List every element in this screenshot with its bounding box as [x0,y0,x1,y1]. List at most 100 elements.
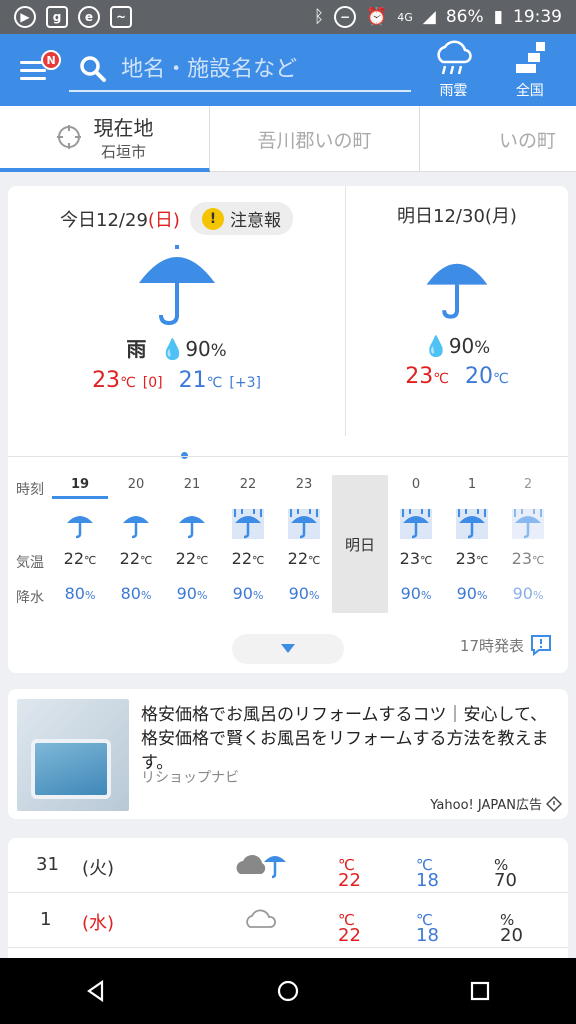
signal-icon: ◢ [422,7,436,27]
hour-temp: 23℃ [511,549,545,568]
tab-current-city: 石垣市 [100,143,146,161]
system-nav-bar [0,958,576,1024]
home-icon[interactable] [276,979,300,1003]
today-low: 21℃ [+3] [178,368,261,393]
hour-rain: 90% [288,584,320,603]
feedback-icon[interactable] [530,634,552,656]
menu-button[interactable]: N [20,50,62,90]
announce-time: 17時発表 [460,634,552,656]
japan-map-icon [515,42,545,73]
rain-cloud-icon [437,40,473,75]
hour-label: 19 [52,477,108,499]
row-label-time: 時刻 [16,482,44,498]
tomorrow-low: 20℃ [465,364,509,389]
tab-current-location[interactable]: 現在地 石垣市 [0,106,210,172]
weekly-forecast: 31 (火) 22 ℃ 18 ℃ 70% 1 (水) 22 ℃ 18 ℃ 20% [8,838,568,958]
rain-cloud-button[interactable]: 雨雲 [419,40,487,100]
tomorrow-date: 明日12/30(月) [397,206,517,227]
hour-temp: 23℃ [399,549,433,568]
app-bar: N 雨雲 全国 [0,34,576,106]
hour-label: 2 [523,477,533,492]
hour-temp: 22℃ [175,549,209,568]
ad-info-icon[interactable] [546,795,562,812]
clock: 19:39 [513,7,562,27]
network-label: 4G [397,10,413,24]
location-tabs: 現在地 石垣市 吾川郡いの町 いの町 [0,106,576,172]
play-icon: ▶ [14,6,36,28]
search-input[interactable] [121,56,402,82]
new-badge: N [41,50,62,70]
tab-ino-label: いの町 [498,129,556,152]
hour-label: 1 [467,477,477,492]
weekly-high: 22 ℃ [338,911,361,946]
recents-icon[interactable] [468,979,492,1003]
row-label-rain: 降水 [16,590,44,606]
hour-column: 20 22℃ 80% [108,457,164,612]
raindrop-icon: 💧 [423,334,449,358]
tomorrow-separator-label: 明日 [344,535,375,554]
today-date: 今日12/29(日) [60,209,180,231]
nationwide-label: 全国 [515,83,544,99]
hour-column: 23 22℃ 90% [276,457,332,612]
heavy-rain-umbrella-icon [288,509,320,539]
status-bar: ▶ g e ~ ᛒ − ⏰ 4G ◢ 86% ▮ 19:39 [0,0,576,34]
hour-temp: 22℃ [119,549,153,568]
today-forecast[interactable]: 今日12/29(日) ! 注意報 雨 💧90% 23℃ [0] 21℃ [+3] [8,186,346,436]
tomorrow-separator: 明日 [332,475,388,613]
heavy-rain-umbrella-icon [400,509,432,539]
expand-button[interactable] [232,634,344,664]
chevron-down-icon [281,644,295,653]
weekly-rain: 70% [494,856,517,891]
heavy-rain-umbrella-icon [512,509,544,539]
do-not-disturb-icon: − [334,6,357,28]
nationwide-button[interactable]: 全国 [496,40,564,100]
hour-rain: 90% [456,584,488,603]
hour-rain: 90% [176,584,208,603]
app-notification-icon: g [46,6,68,28]
search-icon [80,56,107,82]
tab-agawa-ino[interactable]: 吾川郡いの町 [210,106,420,172]
hour-label: 21 [183,477,201,492]
hour-label: 22 [239,477,257,492]
umbrella-icon [426,263,488,319]
hour-temp: 22℃ [287,549,321,568]
alarm-icon: ⏰ [366,7,388,27]
weekly-row[interactable]: 31 (火) 22 ℃ 18 ℃ 70% [8,838,568,893]
hour-column: 2 23℃ 90% [500,457,556,612]
tab-ino[interactable]: いの町 [420,106,576,172]
today-high: 23℃ [0] [92,368,163,393]
hourly-forecast[interactable]: 時刻 気温 降水 19 22℃ 80% 2 0 22℃ 80% 21 22℃ 90% 22 22℃ 90… [8,456,568,616]
cloud-rain-icon [234,848,290,885]
today-condition: 雨 [126,337,147,361]
hour-rain: 80% [64,584,96,603]
tomorrow-forecast[interactable]: 明日12/30(月) 💧90% 23℃ 20℃ [346,186,568,436]
hour-rain: 90% [512,584,544,603]
ad-title: 格安価格でお風呂のリフォームするコツ｜安心して、格安価格で賢くお風呂をリフォーム… [141,705,549,773]
hour-temp: 22℃ [63,549,97,568]
weekly-row[interactable]: 1 (水) 22 ℃ 18 ℃ 20% [8,893,568,948]
rain-cloud-label: 雨雲 [439,83,468,99]
ad-card[interactable]: 格安価格でお風呂のリフォームするコツ｜安心して、格安価格で賢くお風呂をリフォーム… [8,689,568,819]
row-label-temp: 気温 [16,555,44,571]
hour-label: 0 [411,477,421,492]
hour-column: 1 23℃ 90% [444,457,500,612]
weekly-day: 1 [40,909,52,930]
hour-column: 19 22℃ 80% [52,457,108,612]
hour-temp: 23℃ [455,549,489,568]
weekly-rain: 20% [500,911,523,946]
weekly-weekday: (水) [82,913,115,934]
search-bar[interactable] [69,48,412,92]
hour-rain: 90% [400,584,432,603]
hour-temp: 22℃ [231,549,265,568]
umbrella-icon [67,516,93,539]
warning-badge[interactable]: ! 注意報 [189,202,293,235]
weekly-low: 18 ℃ [416,856,439,891]
battery-icon: ▮ [493,7,503,27]
weekly-high: 22 ℃ [338,856,361,891]
weekly-weekday: (火) [82,858,115,879]
ad-credit-label: Yahoo! JAPAN広告 [430,798,542,813]
location-crosshair-icon [56,125,81,149]
hour-rain: 80% [120,584,152,603]
tomorrow-precip: 💧90% [423,334,491,358]
back-icon[interactable] [84,979,108,1003]
